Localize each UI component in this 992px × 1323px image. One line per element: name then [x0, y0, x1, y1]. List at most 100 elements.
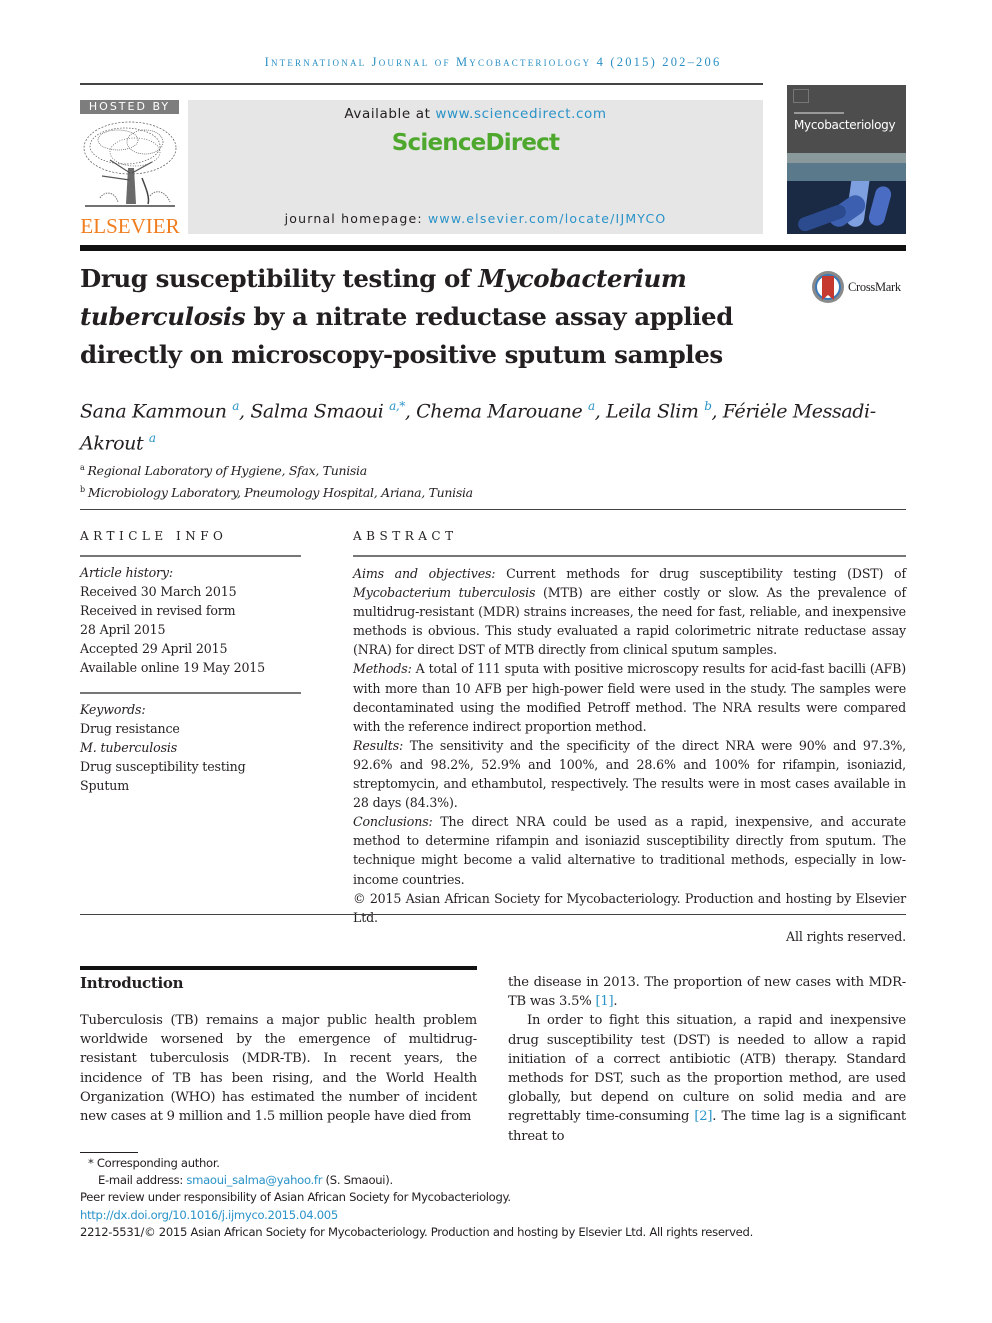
sciencedirect-link[interactable]: www.sciencedirect.com	[435, 106, 606, 122]
abstract-conclusions: Conclusions: The direct NRA could be use…	[353, 812, 906, 888]
author-affiliation-sup[interactable]: a	[232, 399, 239, 413]
email-suffix: (S. Smaoui).	[322, 1173, 394, 1188]
author-affiliation-sup[interactable]: a,*	[389, 399, 405, 413]
crossmark-icon	[812, 271, 844, 303]
article-title: Drug susceptibility testing of Mycobacte…	[80, 260, 780, 374]
reference-link-2[interactable]: [2]	[694, 1109, 712, 1124]
introduction-column-left: Tuberculosis (TB) remains a major public…	[80, 1011, 477, 1126]
keywords: Keywords: Drug resistance M. tuberculosi…	[80, 700, 246, 795]
homepage-prefix: journal homepage:	[284, 211, 428, 226]
author-name[interactable]: Salma Smaoui	[250, 400, 384, 422]
introduction-column-right: the disease in 2013. The proportion of n…	[508, 973, 906, 1146]
keyword-item: Sputum	[80, 778, 130, 794]
journal-cover-image: Mycobacteriology	[787, 85, 906, 234]
abstract-results: Results: The sensitivity and the specifi…	[353, 736, 906, 812]
title-part-1: Drug susceptibility testing of	[80, 264, 479, 293]
introduction-heading: Introduction	[80, 974, 184, 992]
history-item: Received 30 March 2015	[80, 584, 237, 600]
email-link[interactable]: smaoui_salma@yahoo.fr	[186, 1173, 322, 1187]
affiliation-item: a Regional Laboratory of Hygiene, Sfax, T…	[80, 458, 473, 480]
author-affiliation-sup[interactable]: a	[588, 399, 595, 413]
available-at-line: Available at www.sciencedirect.com	[188, 106, 763, 122]
cover-subtitle	[794, 112, 844, 114]
keywords-label: Keywords:	[80, 702, 146, 717]
elsevier-wordmark: ELSEVIER	[80, 214, 180, 238]
methods-label: Methods:	[353, 661, 412, 677]
affiliation-key: b	[80, 485, 85, 495]
keywords-rule	[80, 692, 301, 694]
reference-link-1[interactable]: [1]	[595, 994, 613, 1009]
affiliation-text: Regional Laboratory of Hygiene, Sfax, Tu…	[87, 463, 367, 479]
author-name[interactable]: Leila Slim	[606, 400, 699, 422]
results-text: The sensitivity and the specificity of t…	[353, 737, 906, 811]
aims-label: Aims and objectives:	[353, 566, 496, 581]
keyword-text: M. tuberculosis	[80, 740, 178, 756]
article-history-label: Article history:	[80, 565, 173, 580]
history-item: 28 April 2015	[80, 622, 166, 638]
abstract-rights: All rights reserved.	[786, 928, 906, 944]
affiliation-text: Microbiology Laboratory, Pneumology Hosp…	[87, 485, 473, 501]
masthead-divider	[80, 245, 906, 251]
conclusions-label: Conclusions:	[353, 814, 433, 830]
author-name[interactable]: Chema Marouane	[416, 400, 583, 422]
cover-title: Mycobacteriology	[794, 118, 896, 132]
para-text: In order to fight this situation, a rapi…	[508, 1013, 906, 1125]
journal-homepage-link[interactable]: www.elsevier.com/locate/IJMYCO	[428, 211, 666, 226]
history-item: Accepted 29 April 2015	[80, 641, 228, 657]
introduction-rule	[80, 966, 477, 970]
article-history: Article history: Received 30 March 2015 …	[80, 563, 265, 678]
running-header: International Journal of Mycobacteriolog…	[264, 55, 722, 69]
keyword-item: M. tuberculosis	[80, 738, 246, 757]
keyword-item: Drug resistance	[80, 721, 180, 737]
footnote-rule	[80, 1152, 138, 1153]
intro-paragraph-cont: the disease in 2013. The proportion of n…	[508, 973, 906, 1011]
conclusions-text: The direct NRA could be used as a rapid,…	[353, 814, 906, 887]
corresponding-author-note: * Corresponding author.	[88, 1156, 220, 1170]
sciencedirect-logo: ScienceDirect	[391, 130, 560, 156]
affiliation-item: b Microbiology Laboratory, Pneumology Hos…	[80, 480, 473, 502]
article-info-heading: ARTICLE INFO	[80, 529, 228, 543]
abstract-aims: Aims and objectives: Current methods for…	[353, 564, 906, 659]
author-list: Sana Kammoun a, Salma Smaoui a,*, Chema …	[80, 399, 876, 455]
keyword-item: Drug susceptibility testing	[80, 759, 246, 775]
cover-society-band	[787, 163, 906, 181]
abstract-copyright: © 2015 Asian African Society for Mycobac…	[353, 890, 906, 925]
methods-text: A total of 111 sputa with positive micro…	[353, 661, 906, 734]
doi-link[interactable]: http://dx.doi.org/10.1016/j.ijmyco.2015.…	[80, 1208, 338, 1222]
author-affiliation-sup[interactable]: a	[149, 431, 156, 445]
abstract-heading: ABSTRACT	[353, 529, 458, 543]
para-text: the disease in 2013. The proportion of n…	[508, 975, 906, 1010]
affiliation-key: a	[80, 463, 85, 472]
cover-bacteria-image	[787, 169, 906, 234]
history-item: Available online 19 May 2015	[80, 660, 266, 676]
available-at-prefix: Available at	[344, 106, 436, 122]
hosted-by-label: HOSTED BY	[80, 100, 179, 114]
article-info-rule	[80, 555, 301, 557]
history-item: Received in revised form	[80, 603, 236, 619]
cover-band	[787, 153, 906, 163]
journal-homepage-line: journal homepage: www.elsevier.com/locat…	[188, 211, 763, 226]
affiliations: a Regional Laboratory of Hygiene, Sfax, T…	[80, 458, 473, 502]
aims-species: Mycobacterium tuberculosis	[353, 585, 536, 601]
crossmark-button[interactable]: CrossMark	[811, 270, 901, 304]
authors-divider	[80, 509, 906, 510]
email-note: E-mail address: smaoui_salma@yahoo.fr (S…	[80, 1172, 753, 1189]
cover-logo-icon	[793, 89, 809, 103]
header-rule	[80, 83, 763, 85]
issn-copyright: 2212-5531/© 2015 Asian African Society f…	[80, 1224, 753, 1239]
author-name[interactable]: Sana Kammoun	[80, 400, 227, 422]
abstract-body: Aims and objectives: Current methods for…	[353, 564, 906, 946]
elsevier-tree-logo-icon	[80, 118, 179, 214]
footnotes: * Corresponding author. E-mail address: …	[80, 1155, 753, 1241]
author-affiliation-sup[interactable]: b	[704, 399, 712, 413]
para-text: .	[613, 994, 618, 1010]
crossmark-label: CrossMark	[848, 279, 901, 294]
abstract-methods: Methods: A total of 111 sputa with posit…	[353, 659, 906, 735]
abstract-rule	[353, 555, 906, 557]
abstract-divider	[80, 914, 906, 915]
results-label: Results:	[353, 737, 404, 753]
aims-text: Current methods for drug susceptibility …	[495, 566, 906, 581]
intro-paragraph: In order to fight this situation, a rapi…	[508, 1011, 906, 1145]
doi-note: http://dx.doi.org/10.1016/j.ijmyco.2015.…	[80, 1207, 753, 1224]
intro-paragraph: Tuberculosis (TB) remains a major public…	[80, 1013, 477, 1125]
